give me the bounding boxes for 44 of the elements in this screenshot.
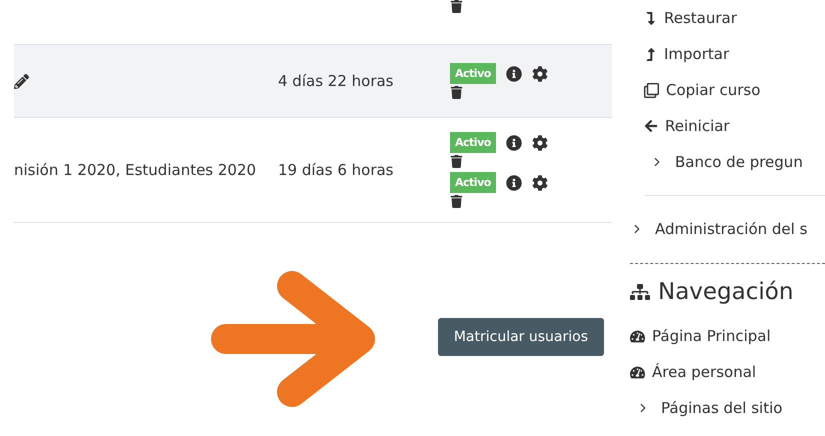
settings-icon[interactable] (532, 66, 548, 82)
trash-icon[interactable] (450, 155, 463, 168)
dashboard-icon (630, 364, 645, 380)
status-badge: Activo (450, 63, 496, 84)
dashboard-icon (630, 328, 645, 344)
table-cell-text: 4 días 22 horas (278, 72, 394, 90)
block-title: Navegación (658, 279, 794, 305)
settings-icon[interactable] (532, 134, 548, 150)
menu-item-label[interactable]: Área personal (652, 363, 756, 381)
menu-item[interactable]: Banco de pregun (630, 144, 825, 180)
menu-item-label[interactable]: Importar (664, 45, 730, 63)
trash-icon[interactable] (450, 86, 463, 99)
enrol-users-button[interactable]: Matricular usuarios (438, 318, 604, 356)
menu-item[interactable]: Copiar curso (630, 72, 825, 108)
copy-icon (644, 82, 659, 98)
menu-item[interactable]: Administración del s (630, 211, 825, 247)
info-icon[interactable] (506, 66, 522, 82)
edit-icon[interactable] (14, 74, 29, 88)
menu-item-label[interactable]: Copiar curso (666, 81, 760, 99)
settings-icon[interactable] (532, 174, 548, 190)
menu-item-label[interactable]: Reiniciar (665, 117, 730, 135)
menu-item-label[interactable]: Página Principal (652, 327, 771, 345)
import-icon (644, 48, 657, 60)
menu-item[interactable]: Restaurar (630, 0, 825, 36)
menu-item-label[interactable]: Banco de pregun (675, 153, 803, 171)
info-icon[interactable] (506, 134, 522, 150)
sitemap-icon (630, 282, 650, 302)
status-badge: Activo (450, 132, 496, 153)
restore-icon (644, 12, 657, 24)
menu-item[interactable]: Área personal (630, 354, 825, 390)
table-cell-text: 19 días 6 horas (278, 161, 394, 179)
menu-item-label[interactable]: Administración del s (655, 220, 808, 238)
menu-item[interactable]: Páginas del sitio (630, 390, 825, 426)
trash-icon[interactable] (450, 0, 463, 13)
menu-item[interactable]: Reiniciar (630, 108, 825, 144)
trash-icon[interactable] (450, 195, 463, 208)
menu-item[interactable]: Página Principal (630, 318, 825, 354)
menu-item-label[interactable]: Restaurar (664, 9, 737, 27)
status-badge: Activo (450, 172, 496, 193)
left-arrow-icon (644, 119, 658, 133)
menu-item-label[interactable]: Páginas del sitio (661, 399, 782, 417)
table-cell: nisión 1 2020, Estudiantes 2020 (14, 161, 256, 179)
info-icon[interactable] (506, 174, 522, 190)
menu-item[interactable]: Importar (630, 36, 825, 72)
